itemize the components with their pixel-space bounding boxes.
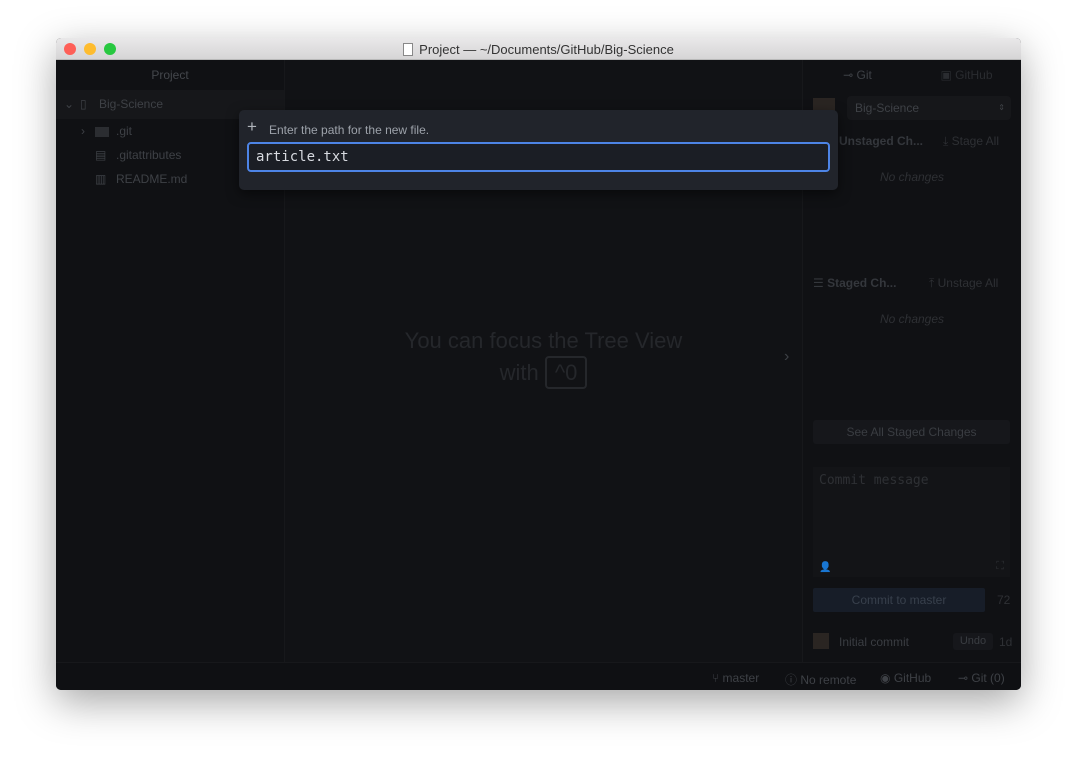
- undo-button[interactable]: Undo: [953, 633, 993, 650]
- repo-icon: ▯: [80, 97, 87, 111]
- unstage-all-button[interactable]: ⤒ Unstage All: [929, 276, 998, 291]
- tree-view-hint: You can focus the Tree View with ^0: [285, 328, 802, 389]
- repo-select[interactable]: Big-Science ⇕: [847, 96, 1011, 120]
- new-file-dialog: + Enter the path for the new file. artic…: [239, 110, 838, 190]
- dock-toggle-chevron-icon[interactable]: ›: [784, 348, 789, 366]
- new-file-path-input[interactable]: article.txt: [247, 142, 830, 172]
- window-title: Project — ~/Documents/GitHub/Big-Science: [56, 42, 1021, 57]
- document-icon: [403, 43, 414, 56]
- file-text-icon: ▤: [95, 148, 107, 162]
- github-status[interactable]: ◉ GitHub: [880, 671, 931, 685]
- book-icon: ▥: [95, 172, 107, 186]
- branch-indicator[interactable]: ⑂ master: [712, 671, 759, 685]
- chevron-right-icon: ›: [81, 124, 85, 138]
- tree-header[interactable]: Project: [56, 60, 284, 90]
- staged-empty: No changes: [879, 312, 945, 326]
- staged-title: ☰ Staged Ch...: [813, 276, 897, 290]
- stage-all-button[interactable]: ⤓ Stage All: [943, 134, 999, 149]
- tab-github[interactable]: ▣ GitHub: [912, 60, 1021, 90]
- remote-indicator[interactable]: ⓘ No remote: [785, 671, 856, 688]
- char-count: 72: [997, 593, 1011, 607]
- see-all-staged-button[interactable]: See All Staged Changes: [813, 420, 1010, 444]
- add-coauthor-icon[interactable]: 👤: [819, 562, 831, 573]
- expand-icon[interactable]: ⛶: [996, 559, 1004, 573]
- git-status[interactable]: ⊸ Git (0): [958, 671, 1005, 685]
- last-commit[interactable]: Initial commit: [839, 635, 909, 649]
- tab-git[interactable]: ⊸ Git: [803, 60, 912, 90]
- commit-avatar: [813, 633, 829, 649]
- select-arrows-icon: ⇕: [998, 103, 1005, 112]
- git-tabs: ⊸ Git ▣ GitHub: [803, 60, 1021, 90]
- shortcut-key: ^0: [544, 356, 588, 389]
- folder-icon: [95, 127, 109, 137]
- title-bar: Project — ~/Documents/GitHub/Big-Science: [56, 38, 1021, 60]
- commit-button[interactable]: Commit to master: [813, 588, 985, 612]
- status-bar: ⑂ master ⓘ No remote ◉ GitHub ⊸ Git (0): [56, 662, 1021, 690]
- dialog-prompt: Enter the path for the new file.: [269, 123, 430, 137]
- commit-message-input[interactable]: Commit message 👤 ⛶: [813, 467, 1010, 577]
- unstaged-title: Unstaged Ch...: [839, 134, 924, 148]
- plus-icon: +: [247, 117, 257, 136]
- chevron-down-icon: ⌄: [64, 97, 75, 111]
- commit-age: 1d: [999, 635, 1013, 649]
